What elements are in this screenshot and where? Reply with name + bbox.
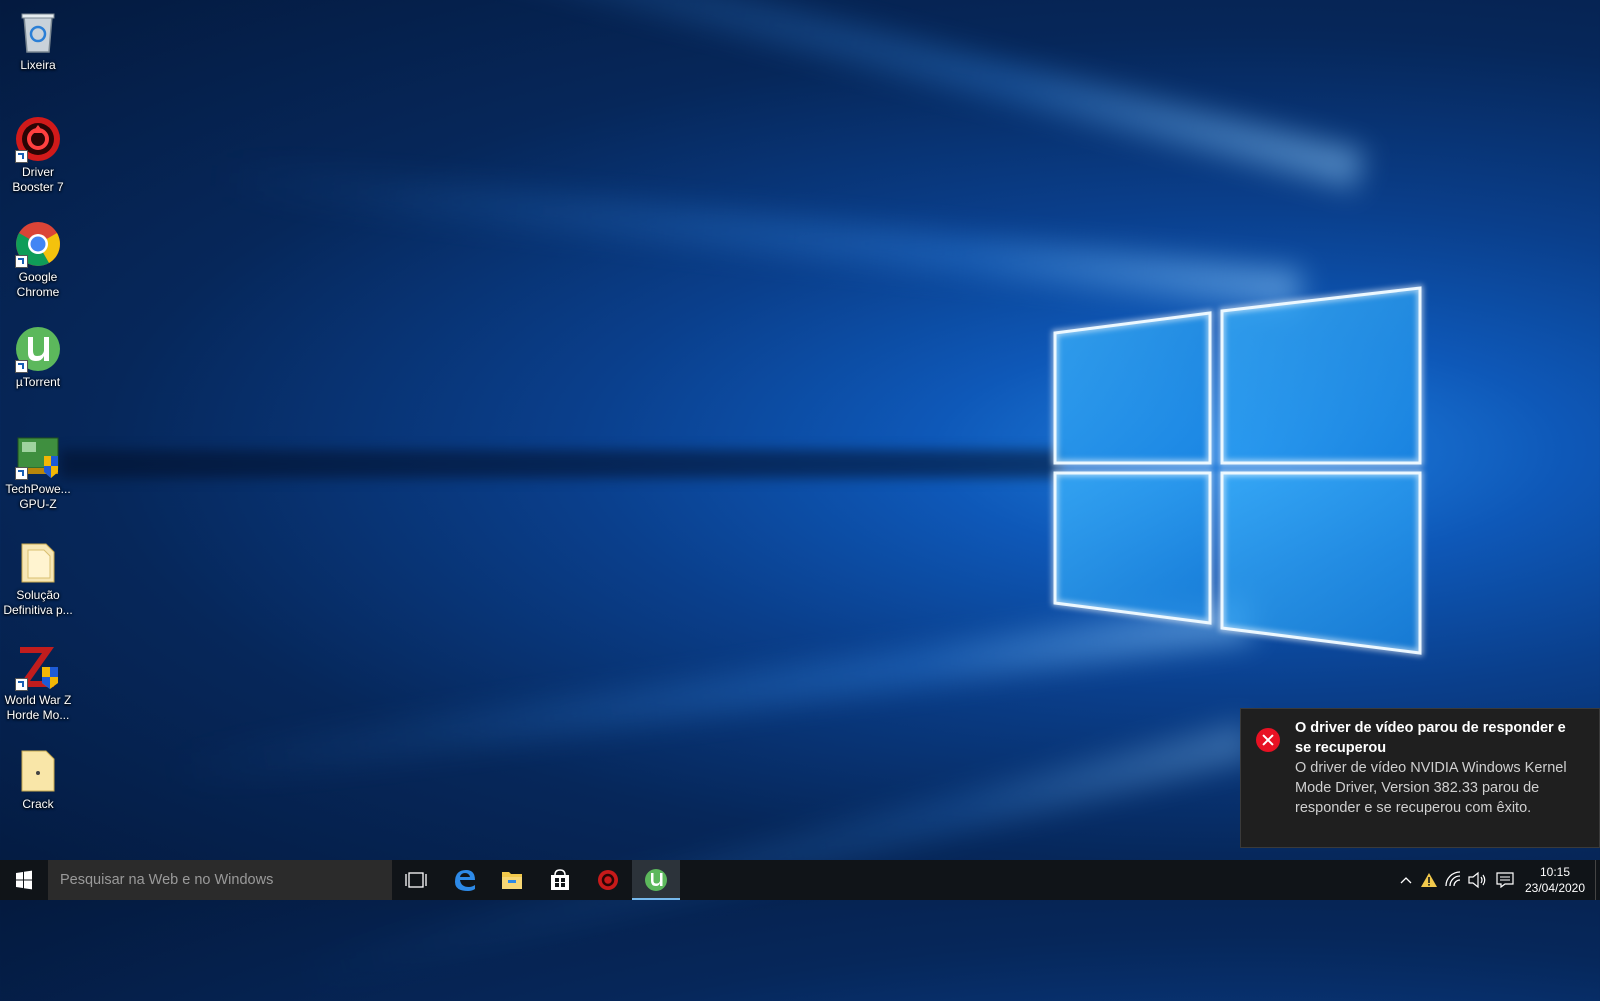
desktop-icon-label: µTorrent	[15, 375, 61, 389]
wifi-icon	[1445, 871, 1461, 887]
notification-title: O driver de vídeo parou de responder e s…	[1295, 720, 1566, 756]
notification-body: O driver de vídeo NVIDIA Windows Kernel …	[1295, 760, 1567, 816]
utorrent-taskbar-button[interactable]	[632, 860, 680, 900]
clock-date: 23/04/2020	[1524, 881, 1586, 895]
desktop-icon-utorrent[interactable]: µTorrent	[0, 325, 76, 390]
edge-button[interactable]	[440, 860, 488, 900]
world-war-z-icon	[14, 643, 62, 691]
chevron-up-icon	[1400, 877, 1412, 884]
desktop-icon-crack[interactable]: Crack	[0, 747, 76, 812]
tray-overflow-button[interactable]	[1396, 860, 1416, 900]
desktop-icon-label: World War Z Horde Mo...	[4, 693, 72, 722]
task-view-button[interactable]	[392, 860, 440, 900]
desktop-icon-label: TechPowe... GPU-Z	[5, 482, 71, 511]
shortcut-arrow-icon	[15, 150, 28, 163]
shortcut-arrow-icon	[15, 255, 28, 268]
shortcut-arrow-icon	[15, 360, 28, 373]
tray-volume[interactable]	[1466, 860, 1488, 900]
start-button[interactable]	[0, 860, 48, 900]
driver-booster-taskbar-button[interactable]	[584, 860, 632, 900]
tray-network[interactable]	[1442, 860, 1464, 900]
windows-logo-wallpaper	[1050, 284, 1423, 658]
notification-toast[interactable]: O driver de vídeo parou de responder e s…	[1240, 708, 1600, 848]
folder-icon	[14, 747, 62, 795]
shortcut-arrow-icon	[15, 678, 28, 691]
search-input[interactable]: Pesquisar na Web e no Windows	[48, 860, 392, 900]
desktop-icon-label: Lixeira	[20, 58, 56, 72]
desktop-icon-world-war-z[interactable]: World War Z Horde Mo...	[0, 643, 76, 723]
desktop-icon-chrome[interactable]: Google Chrome	[0, 220, 76, 300]
show-desktop-button[interactable]	[1595, 860, 1600, 900]
utorrent-icon	[645, 869, 667, 891]
clock-time: 10:15	[1539, 865, 1571, 879]
desktop-icon-gpu-z[interactable]: TechPowe... GPU-Z	[0, 432, 76, 512]
chrome-icon	[14, 220, 62, 268]
speaker-icon	[1468, 871, 1486, 889]
desktop-icon-label: Crack	[22, 797, 54, 811]
warning-icon	[1421, 873, 1437, 887]
shortcut-arrow-icon	[15, 467, 28, 480]
edge-icon	[455, 870, 475, 891]
tray-warning[interactable]	[1419, 860, 1439, 900]
driver-booster-icon	[14, 115, 62, 163]
file-explorer-button[interactable]	[488, 860, 536, 900]
recycle-bin-icon	[14, 8, 62, 56]
desktop-icon-label: Driver Booster 7	[12, 165, 64, 194]
error-icon	[1256, 728, 1280, 752]
file-explorer-icon	[502, 872, 522, 889]
action-center-icon	[1496, 872, 1514, 889]
task-view-icon	[405, 872, 427, 888]
desktop-icon-solucao-definitiva[interactable]: Solução Definitiva p...	[0, 538, 76, 618]
desktop-icon-label: Google Chrome	[16, 270, 60, 299]
desktop-icon-recycle-bin[interactable]: Lixeira	[0, 8, 76, 73]
desktop-icon-label: Solução Definitiva p...	[3, 588, 73, 617]
utorrent-icon	[14, 325, 62, 373]
taskbar: Pesquisar na Web e no Windows 10:15 23/0…	[0, 860, 1600, 900]
store-button[interactable]	[536, 860, 584, 900]
taskbar-clock[interactable]: 10:15 23/04/2020	[1515, 864, 1595, 896]
driver-booster-icon	[598, 870, 618, 890]
desktop-icon-driver-booster[interactable]: Driver Booster 7	[0, 115, 76, 195]
store-icon	[551, 869, 569, 890]
folder-icon	[14, 538, 62, 586]
gpu-z-icon	[14, 432, 62, 480]
windows-start-icon	[16, 870, 32, 890]
action-center-button[interactable]	[1496, 872, 1514, 893]
